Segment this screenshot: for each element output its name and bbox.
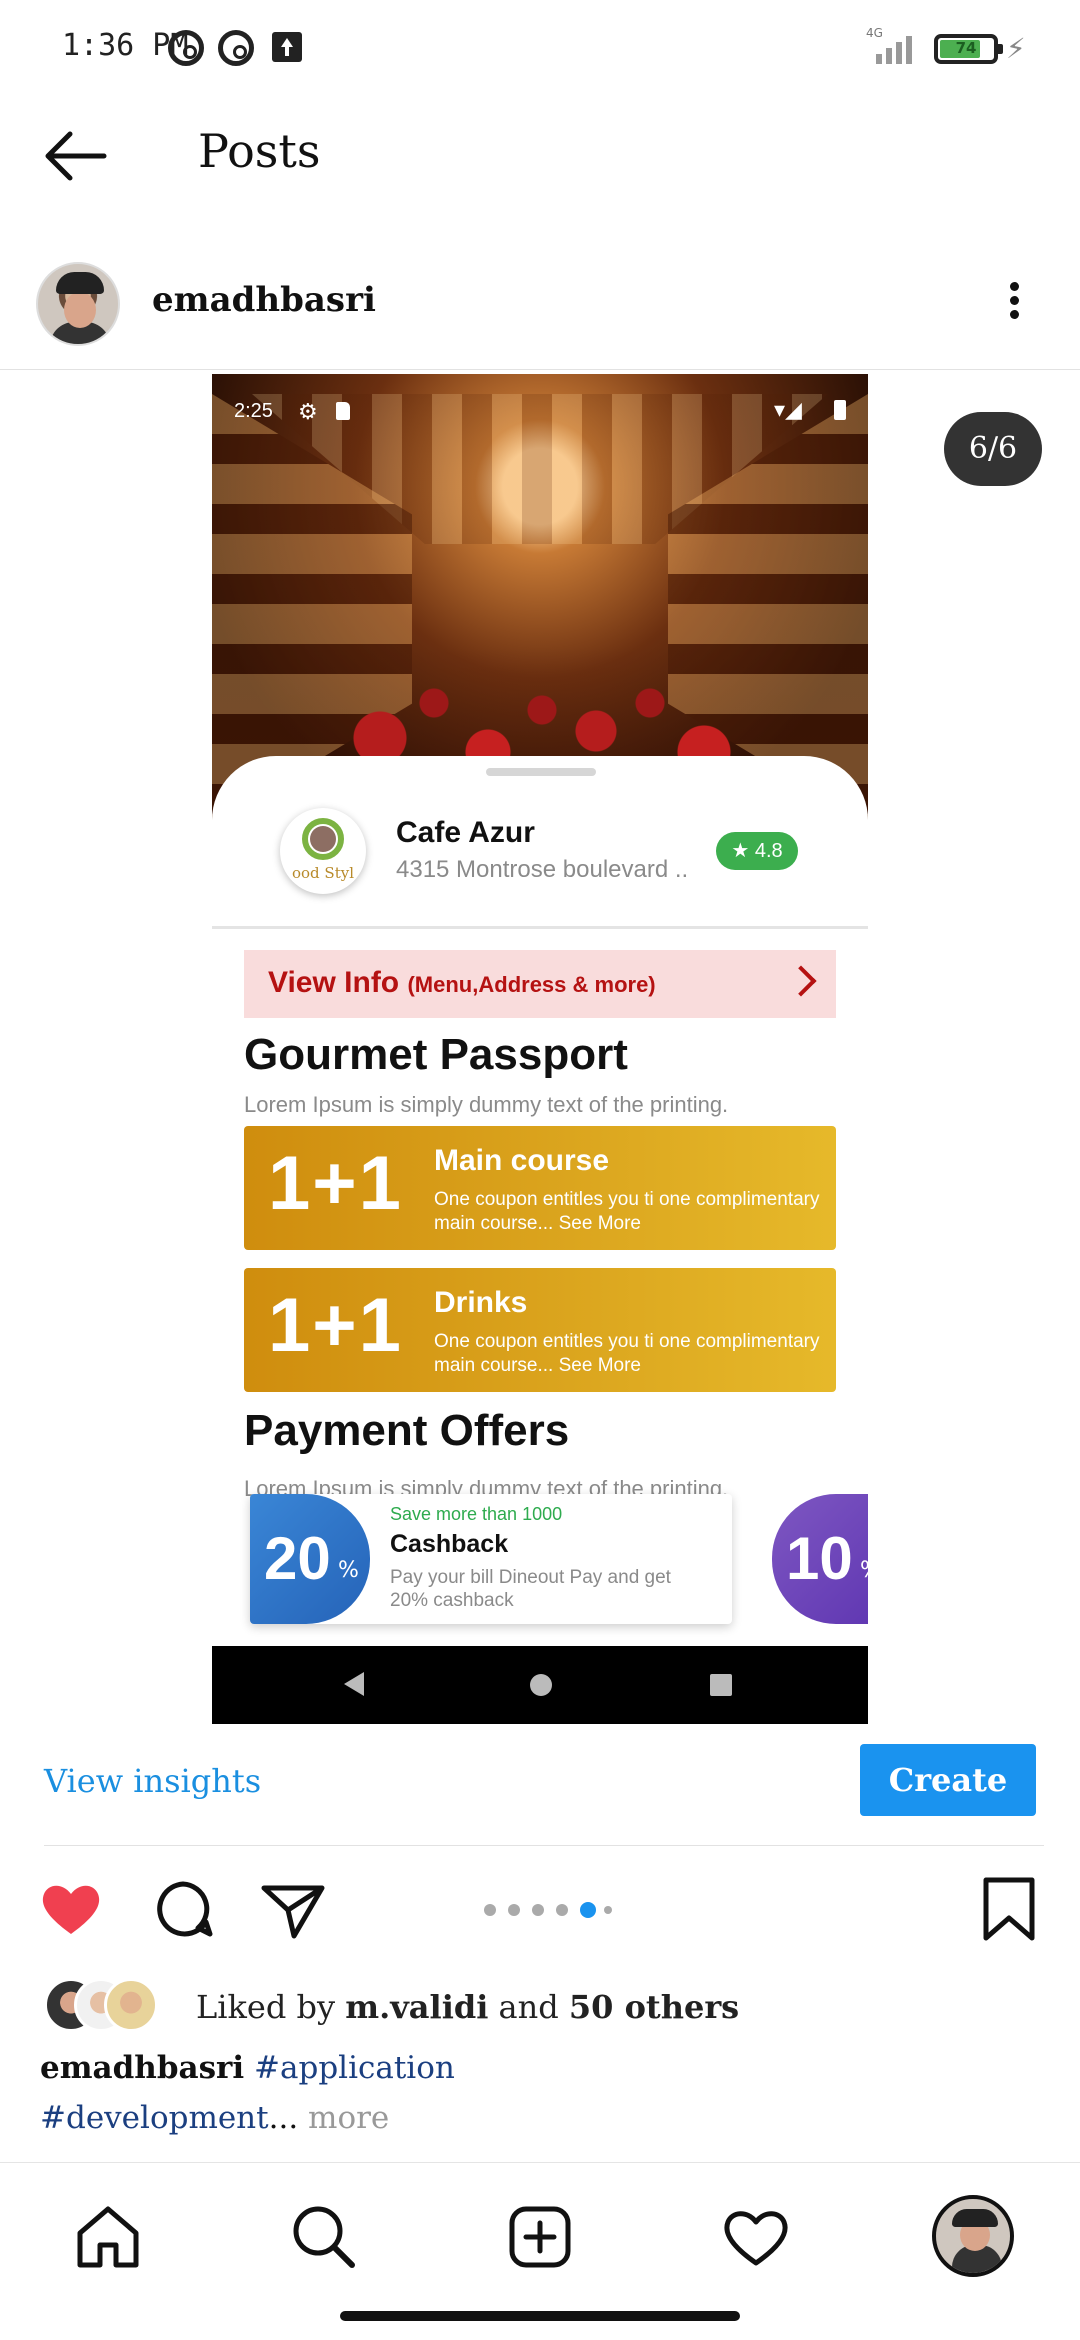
cafe-name: Cafe Azur: [396, 816, 535, 849]
app-bar: Posts: [0, 96, 1080, 216]
nav-back-icon: [344, 1672, 364, 1696]
liker-username[interactable]: m.validi: [345, 1988, 488, 2026]
create-ad-button[interactable]: Create Ad: [860, 1744, 1036, 1871]
share-icon[interactable]: [258, 1874, 328, 1944]
charging-icon: ⚡: [1006, 32, 1026, 65]
likes-prefix: Liked by: [196, 1988, 336, 2026]
divider: [44, 1845, 1044, 1846]
coupon-title: Drinks: [434, 1286, 528, 1319]
search-icon[interactable]: [288, 2201, 360, 2273]
offer-desc: Pay your bill Dineout Pay and get 20% ca…: [390, 1567, 671, 1611]
post-header: emadhbasri: [0, 250, 1080, 370]
battery-icon: [834, 400, 846, 420]
discount-value: 20: [264, 1525, 331, 1592]
carousel-dot: [604, 1906, 612, 1914]
offer-save-text: Save more than 1000: [390, 1504, 563, 1524]
nav-home-icon: [530, 1674, 552, 1696]
caption-username[interactable]: emadhbasri: [40, 2050, 244, 2086]
arrow-left-icon[interactable]: [40, 126, 110, 186]
wifi-icon: ▾◢: [774, 398, 802, 423]
divider: [212, 926, 868, 929]
carousel-dot: [556, 1904, 568, 1916]
battery-icon: 74: [934, 34, 1003, 64]
caption-ellipsis: ...: [268, 2100, 299, 2136]
cafe-logo: ood Styl: [280, 808, 366, 894]
view-info-button: View Info (Menu,Address & more): [244, 950, 836, 1018]
view-insights-link[interactable]: View insights: [44, 1762, 261, 1800]
coupon-offer: 1+1: [268, 1283, 403, 1368]
sheet-handle: [486, 768, 596, 776]
coupon-desc: One coupon entitles you ti one complimen…: [434, 1331, 820, 1376]
profile-avatar[interactable]: [932, 2195, 1014, 2277]
avatar[interactable]: [36, 262, 120, 346]
inner-status-bar: 2:25 ⚙ ▾◢: [212, 374, 868, 434]
avatar: [104, 1978, 158, 2032]
inner-status-time: 2:25: [234, 400, 273, 422]
hashtag[interactable]: #development: [40, 2100, 269, 2136]
discount-value: 10: [786, 1525, 853, 1592]
carousel-dot: [508, 1904, 520, 1916]
caption-more-link[interactable]: more: [308, 2100, 389, 2136]
rating-badge: ★ 4.8: [716, 832, 798, 870]
carousel-counter: 6/6: [944, 412, 1042, 486]
coupon-card: 1+1 Main course One coupon entitles you …: [244, 1126, 836, 1250]
likes-others[interactable]: 50 others: [569, 1988, 739, 2026]
insights-row: View insights Create Ad: [0, 1740, 1080, 1871]
comment-icon[interactable]: [148, 1874, 218, 1944]
carousel-dot: [580, 1902, 596, 1918]
likes-text: Liked by m.validi and 50 others: [196, 1988, 739, 2026]
heart-filled-icon[interactable]: [36, 1874, 106, 1944]
upload-icon: [272, 32, 302, 62]
carousel-dot: [484, 1904, 496, 1916]
signal-icon: [862, 28, 916, 64]
caption: emadhbasri #application: [40, 2050, 455, 2086]
cafe-logo-text: ood Styl: [291, 864, 354, 882]
post-media[interactable]: 2:25 ⚙ ▾◢ ood Styl Cafe Azur 4315 Montro…: [212, 374, 868, 1724]
cafe-address: 4315 Montrose boulevard ..: [396, 856, 689, 883]
coupon-card: 1+1 Drinks One coupon entitles you ti on…: [244, 1268, 836, 1392]
offer-title: Cashback: [390, 1530, 509, 1558]
discount-percent: %: [338, 1558, 359, 1583]
view-info-subtitle: (Menu,Address & more): [407, 972, 656, 997]
carousel-dot: [532, 1904, 544, 1916]
payment-title: Payment Offers: [244, 1406, 570, 1455]
caption: #development... more: [40, 2100, 389, 2136]
likes-row[interactable]: Liked by m.validi and 50 others: [44, 1978, 1044, 2034]
post-username[interactable]: emadhbasri: [152, 280, 376, 320]
sd-card-icon: [336, 402, 350, 420]
bottom-nav: [0, 2162, 1080, 2340]
do-not-disturb-icon: [168, 30, 204, 66]
carousel-dots: [484, 1902, 624, 1918]
coupon-title: Main course: [434, 1144, 610, 1177]
bookmark-icon[interactable]: [974, 1874, 1044, 1944]
battery-level: 74: [955, 39, 977, 57]
payment-offer-card: 20 % Save more than 1000 Cashback Pay yo…: [250, 1494, 732, 1624]
likes-and: and: [498, 1988, 559, 2026]
hashtag[interactable]: #application: [254, 2050, 455, 2086]
gourmet-subtitle: Lorem Ipsum is simply dummy text of the …: [244, 1092, 729, 1117]
heart-icon[interactable]: [720, 2201, 792, 2273]
home-indicator[interactable]: [340, 2311, 740, 2321]
do-not-disturb-icon: [218, 30, 254, 66]
chevron-right-icon: [785, 965, 817, 997]
discount-percent: %: [860, 1558, 868, 1583]
post-actions: [0, 1870, 1080, 1950]
gear-icon: ⚙: [298, 400, 318, 425]
status-bar: 1:36 PM 4G 74 ⚡: [0, 0, 1080, 96]
page-title: Posts: [198, 124, 321, 178]
gourmet-title: Gourmet Passport: [244, 1030, 628, 1079]
home-icon[interactable]: [72, 2201, 144, 2273]
coupon-offer: 1+1: [268, 1141, 403, 1226]
nav-recents-icon: [710, 1674, 732, 1696]
vertical-dots-icon[interactable]: [1002, 276, 1026, 326]
view-info-title: View Info: [268, 966, 400, 999]
add-post-icon[interactable]: [504, 2201, 576, 2273]
inner-nav-bar: [212, 1646, 868, 1724]
discount-badge: 20 %: [250, 1494, 370, 1624]
coupon-desc: One coupon entitles you ti one complimen…: [434, 1189, 820, 1234]
